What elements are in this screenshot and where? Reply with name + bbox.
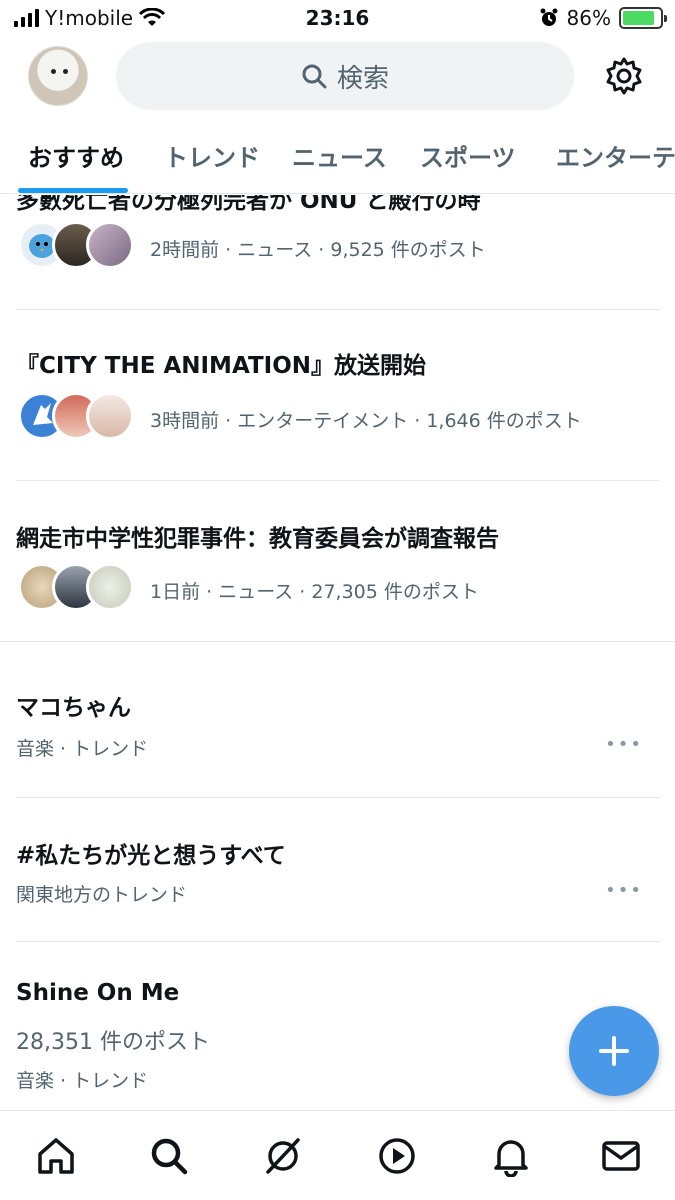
- trend-context: 関東地方のトレンド: [16, 884, 188, 906]
- news-item[interactable]: 『CITY THE ANIMATION』放送開始 3時間前 · エンターテイメン…: [0, 310, 675, 480]
- plus-icon: [599, 1036, 629, 1066]
- battery-fill: [623, 11, 654, 25]
- compose-button[interactable]: [569, 1006, 659, 1096]
- trend-post-count: 28,351 件のポスト: [16, 1030, 210, 1055]
- tab-entertainment[interactable]: エンターテ: [556, 138, 675, 173]
- mail-icon[interactable]: [600, 1135, 642, 1177]
- trend-item[interactable]: マコちゃん 音楽 · トレンド •••: [0, 642, 675, 797]
- grok-icon[interactable]: [262, 1135, 304, 1177]
- battery-icon: [619, 7, 667, 29]
- news-item[interactable]: 網走市中学性犯罪事件：教育委員会が調査報告 1日前 · ニュース · 27,30…: [0, 481, 675, 641]
- trend-item[interactable]: Shine On Me 28,351 件のポスト 音楽 · トレンド: [0, 942, 675, 1110]
- tab-news[interactable]: ニュース: [292, 138, 387, 173]
- news-meta: 1日前 · ニュース · 27,305 件のポスト: [150, 581, 479, 603]
- explore-tabs: おすすめ トレンド ニュース スポーツ エンターテ: [0, 122, 675, 194]
- trend-title: Shine On Me: [16, 980, 180, 1006]
- more-options-icon[interactable]: •••: [605, 880, 643, 901]
- avatar-stack: [18, 392, 134, 440]
- status-bar: Y!mobile 23:16 86%: [0, 0, 675, 38]
- trend-title: マコちゃん: [16, 695, 131, 721]
- bottom-navigation: [0, 1110, 675, 1200]
- avatar: [86, 221, 134, 269]
- tab-recommended[interactable]: おすすめ: [28, 138, 124, 173]
- active-tab-indicator: [18, 188, 128, 193]
- tab-trending[interactable]: トレンド: [164, 138, 260, 173]
- play-icon[interactable]: [376, 1135, 418, 1177]
- tab-sports[interactable]: スポーツ: [420, 138, 516, 173]
- news-title: 『CITY THE ANIMATION』放送開始: [16, 353, 427, 379]
- search-icon: [302, 64, 327, 89]
- news-meta: 2時間前 · ニュース · 9,525 件のポスト: [150, 239, 486, 261]
- news-meta: 3時間前 · エンターテイメント · 1,646 件のポスト: [150, 410, 582, 432]
- profile-avatar[interactable]: [28, 46, 88, 106]
- avatar: [86, 392, 134, 440]
- explore-feed: 多數死亡者の分極列完者か ONU と殿行の時 2時間前 · ニュース · 9,5…: [0, 195, 675, 1110]
- news-title: 網走市中学性犯罪事件：教育委員会が調査報告: [16, 526, 499, 552]
- status-right: 86%: [539, 6, 667, 30]
- avatar-stack: [18, 563, 134, 611]
- gear-icon[interactable]: [604, 56, 644, 96]
- more-options-icon[interactable]: •••: [605, 734, 643, 755]
- search-bar[interactable]: 検索: [116, 42, 574, 110]
- avatar: [86, 563, 134, 611]
- trend-context: 音楽 · トレンド: [16, 1070, 149, 1092]
- home-icon[interactable]: [35, 1135, 77, 1177]
- avatar-stack: [18, 221, 134, 269]
- trend-title: #私たちが光と想うすべて: [16, 843, 286, 869]
- trend-context: 音楽 · トレンド: [16, 738, 149, 760]
- news-title: 多數死亡者の分極列完者か ONU と殿行の時: [16, 195, 481, 214]
- alarm-icon: [540, 8, 558, 26]
- bell-icon[interactable]: [490, 1135, 532, 1177]
- trend-item[interactable]: #私たちが光と想うすべて 関東地方のトレンド •••: [0, 798, 675, 941]
- search-icon[interactable]: [148, 1135, 190, 1177]
- news-item[interactable]: 多數死亡者の分極列完者か ONU と殿行の時 2時間前 · ニュース · 9,5…: [0, 195, 675, 309]
- battery-percent: 86%: [566, 6, 611, 30]
- top-header: 検索: [0, 38, 675, 114]
- search-placeholder: 検索: [336, 63, 389, 94]
